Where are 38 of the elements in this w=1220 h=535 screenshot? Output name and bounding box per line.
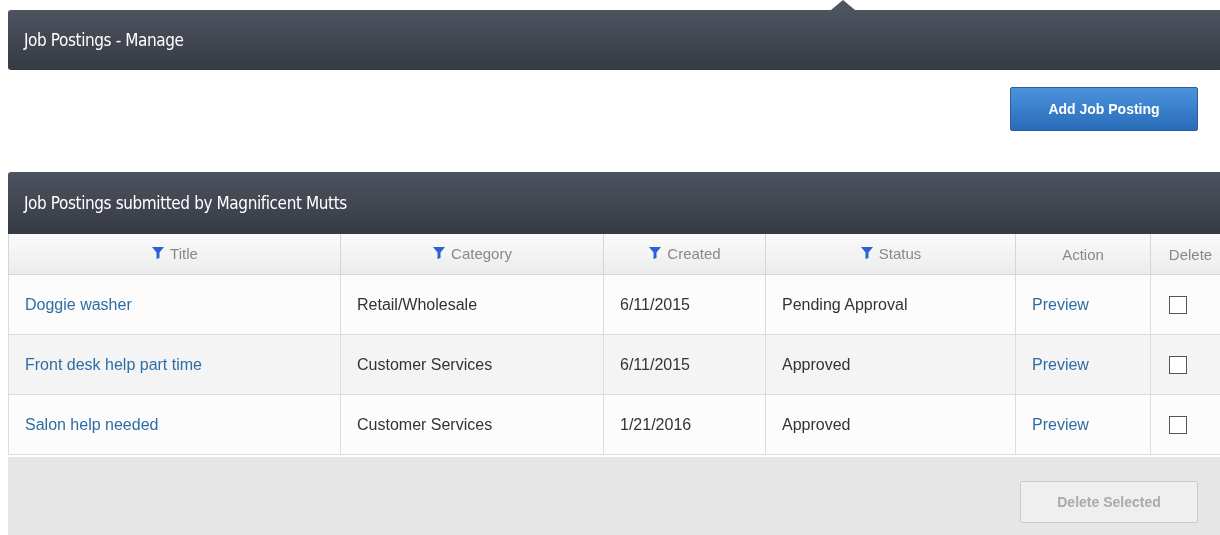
column-header[interactable]: Action	[1015, 234, 1151, 275]
column-label: Title	[170, 244, 198, 262]
column-header[interactable]: Title	[8, 234, 341, 275]
job-title-link[interactable]: Salon help needed	[25, 415, 159, 433]
column-label: Delete	[1168, 245, 1213, 263]
panel-title: Job Postings submitted by Magnificent Mutts	[22, 193, 347, 213]
filter-icon[interactable]	[648, 246, 663, 261]
filter-icon[interactable]	[432, 246, 447, 261]
column-label: Category	[451, 244, 512, 262]
add-job-posting-button[interactable]: Add Job Posting	[1010, 87, 1198, 131]
preview-link[interactable]: Preview	[1032, 295, 1089, 313]
table-cell: Customer Services	[357, 415, 493, 433]
table-cell: Customer Services	[357, 355, 493, 373]
column-header[interactable]: Category	[340, 234, 604, 275]
filter-icon[interactable]	[859, 246, 874, 261]
table-cell: Retail/Wholesale	[357, 295, 478, 313]
column-label: Created	[667, 244, 721, 262]
column-label: Status	[878, 244, 922, 262]
table-cell: Approved	[782, 355, 851, 373]
table-cell: Approved	[782, 415, 851, 433]
table-cell: 1/21/2016	[620, 415, 692, 433]
table-cell: 6/11/2015	[620, 355, 690, 373]
table-cell: Pending Approval	[782, 295, 908, 313]
column-header[interactable]: Status	[765, 234, 1016, 275]
job-title-link[interactable]: Doggie washer	[25, 295, 132, 313]
pointer-notch	[831, 0, 855, 10]
preview-link[interactable]: Preview	[1032, 415, 1089, 433]
delete-checkbox[interactable]	[1169, 355, 1187, 374]
preview-link[interactable]: Preview	[1032, 355, 1089, 373]
delete-checkbox[interactable]	[1169, 295, 1187, 314]
table-cell: 6/11/2015	[620, 295, 690, 313]
filter-icon[interactable]	[151, 246, 166, 261]
page-title: Job Postings - Manage	[22, 30, 184, 50]
delete-checkbox[interactable]	[1169, 415, 1187, 434]
job-title-link[interactable]: Front desk help part time	[25, 355, 202, 373]
column-label: Action	[1062, 245, 1104, 263]
column-header[interactable]: Created	[603, 234, 766, 275]
column-header[interactable]: Delete	[1150, 234, 1220, 275]
